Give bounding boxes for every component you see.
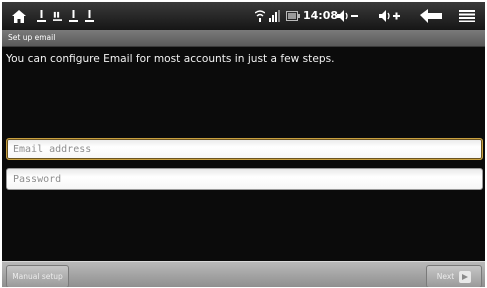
volume-up-icon[interactable] bbox=[377, 2, 403, 30]
title-bar: Set up email bbox=[2, 30, 485, 47]
notification-icon[interactable] bbox=[37, 9, 46, 23]
back-icon[interactable] bbox=[419, 2, 443, 30]
wifi-icon bbox=[254, 2, 266, 30]
manual-setup-label: Manual setup bbox=[12, 272, 63, 281]
status-bar: 14:08 bbox=[2, 2, 485, 30]
notification-icon[interactable] bbox=[85, 9, 94, 23]
volume-down-icon[interactable] bbox=[335, 2, 361, 30]
bottom-bar: Manual setup Next bbox=[2, 261, 485, 287]
page-title: Set up email bbox=[8, 33, 56, 42]
clock: 14:08 bbox=[303, 9, 339, 22]
home-icon[interactable] bbox=[10, 2, 28, 30]
notification-icon[interactable] bbox=[69, 9, 78, 23]
screen: 14:08 Set up email You can configure Ema… bbox=[2, 2, 485, 287]
signal-icon bbox=[268, 2, 282, 30]
password-field[interactable] bbox=[6, 168, 483, 190]
device-frame: 14:08 Set up email You can configure Ema… bbox=[0, 0, 487, 288]
next-button[interactable]: Next bbox=[426, 265, 482, 287]
next-arrow-icon bbox=[459, 270, 472, 283]
notification-icons bbox=[37, 2, 94, 30]
notification-icon[interactable] bbox=[53, 9, 62, 23]
email-field[interactable] bbox=[6, 138, 483, 160]
menu-icon[interactable] bbox=[458, 2, 476, 30]
intro-text: You can configure Email for most account… bbox=[6, 53, 335, 65]
manual-setup-button[interactable]: Manual setup bbox=[6, 265, 69, 287]
battery-icon bbox=[285, 2, 301, 30]
next-label: Next bbox=[436, 272, 455, 281]
